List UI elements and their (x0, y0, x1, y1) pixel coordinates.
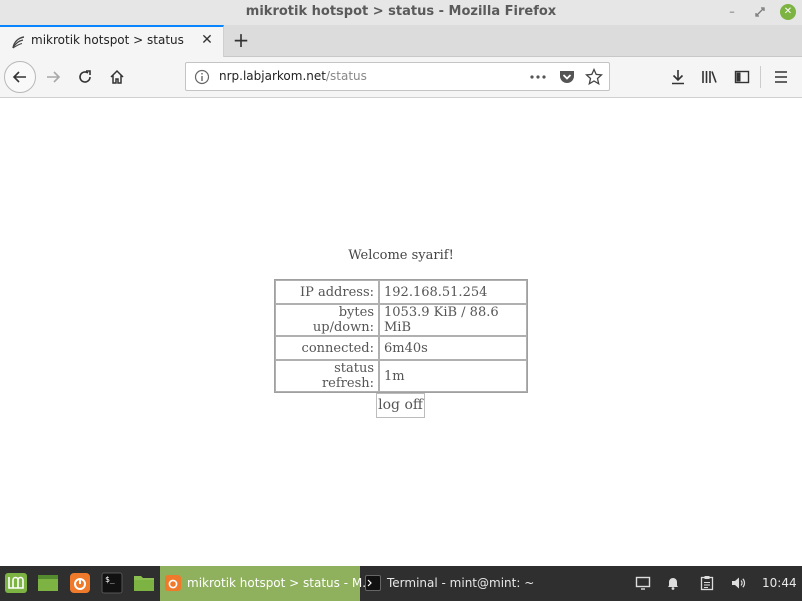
downloads-button[interactable] (665, 64, 691, 90)
back-button[interactable] (4, 61, 36, 93)
status-table: IP address: 192.168.51.254 bytes up/down… (274, 279, 528, 393)
clipboard-icon[interactable] (699, 575, 715, 591)
firefox-icon (165, 575, 181, 591)
restore-icon (755, 7, 765, 17)
status-label: bytes up/down: (275, 304, 379, 336)
sidebar-icon (734, 70, 750, 84)
tab-hotspot-status[interactable]: mikrotik hotspot > status ✕ (0, 25, 224, 57)
welcome-message: Welcome syarif! (348, 248, 454, 263)
maximize-button[interactable] (752, 4, 768, 20)
library-icon (702, 71, 717, 83)
table-row: status refresh: 1m (275, 360, 527, 392)
menu-button[interactable] (768, 64, 794, 90)
page-content: Welcome syarif! IP address: 192.168.51.2… (0, 98, 802, 566)
download-icon (672, 70, 684, 85)
linux-mint-logo-icon (5, 573, 27, 593)
address-bar[interactable]: nrp.labjarkom.net/status (185, 62, 610, 91)
display-icon[interactable] (635, 575, 651, 591)
table-row: bytes up/down: 1053.9 KiB / 88.6 MiB (275, 304, 527, 336)
table-row: IP address: 192.168.51.254 (275, 280, 527, 304)
status-value: 192.168.51.254 (379, 280, 527, 304)
reload-icon (79, 70, 91, 83)
table-row: connected: 6m40s (275, 336, 527, 360)
status-value: 6m40s (379, 336, 527, 360)
bookmark-star-icon[interactable] (585, 68, 603, 86)
taskbar-task-firefox[interactable]: mikrotik hotspot > status - M... (160, 566, 374, 601)
taskbar: $_ mikrotik hotspot > status - M... Term… (0, 566, 802, 601)
terminal-icon (365, 575, 381, 591)
back-arrow-icon (12, 71, 26, 83)
status-value: 1053.9 KiB / 88.6 MiB (379, 304, 527, 336)
mint-menu-button[interactable] (4, 571, 28, 595)
desktop-icon (38, 575, 58, 591)
svg-text:$_: $_ (105, 575, 115, 584)
tab-title: mikrotik hotspot > status (31, 33, 184, 47)
window-titlebar: mikrotik hotspot > status - Mozilla Fire… (0, 0, 802, 25)
task-label: Terminal - mint@mint: ~ (387, 576, 535, 590)
close-tab-icon[interactable]: ✕ (199, 32, 215, 50)
status-label: status refresh: (275, 360, 379, 392)
taskbar-task-terminal[interactable]: Terminal - mint@mint: ~ (360, 566, 560, 601)
new-tab-button[interactable]: + (230, 28, 252, 52)
tab-strip: mikrotik hotspot > status ✕ + (0, 25, 802, 57)
url-path: /status (325, 69, 367, 83)
firefox-icon (70, 573, 90, 593)
status-label: IP address: (275, 280, 379, 304)
window-title: mikrotik hotspot > status - Mozilla Fire… (245, 4, 557, 19)
forward-button[interactable] (40, 64, 66, 90)
navigation-toolbar: nrp.labjarkom.net/status (0, 57, 802, 98)
files-launcher[interactable] (132, 571, 156, 595)
forward-arrow-icon (47, 71, 61, 83)
url-text[interactable]: nrp.labjarkom.net/status (219, 69, 367, 83)
task-label: mikrotik hotspot > status - M... (187, 576, 374, 590)
folder-icon (134, 576, 154, 591)
close-window-button[interactable]: ✕ (780, 4, 796, 20)
status-label: connected: (275, 336, 379, 360)
notifications-bell-icon[interactable] (665, 575, 681, 591)
toolbar-divider (760, 66, 761, 88)
hamburger-menu-icon (775, 71, 787, 83)
pocket-icon[interactable] (558, 68, 576, 86)
site-info-icon[interactable] (194, 69, 210, 85)
status-value: 1m (379, 360, 527, 392)
terminal-icon: $_ (101, 572, 123, 594)
volume-icon[interactable] (730, 575, 746, 591)
sidebar-button[interactable] (729, 64, 755, 90)
reload-button[interactable] (72, 64, 98, 90)
clock[interactable]: 10:44 (762, 576, 797, 590)
minimize-button[interactable]: – (724, 4, 740, 20)
page-actions-icon[interactable] (529, 68, 547, 86)
log-off-button[interactable]: log off (376, 393, 425, 418)
show-desktop-launcher[interactable] (36, 571, 60, 595)
home-button[interactable] (104, 64, 130, 90)
library-button[interactable] (697, 64, 723, 90)
terminal-launcher[interactable]: $_ (100, 571, 124, 595)
hotspot-favicon-icon (12, 36, 25, 49)
firefox-launcher[interactable] (68, 571, 92, 595)
url-host: nrp.labjarkom.net (219, 69, 326, 83)
home-icon (110, 69, 124, 84)
